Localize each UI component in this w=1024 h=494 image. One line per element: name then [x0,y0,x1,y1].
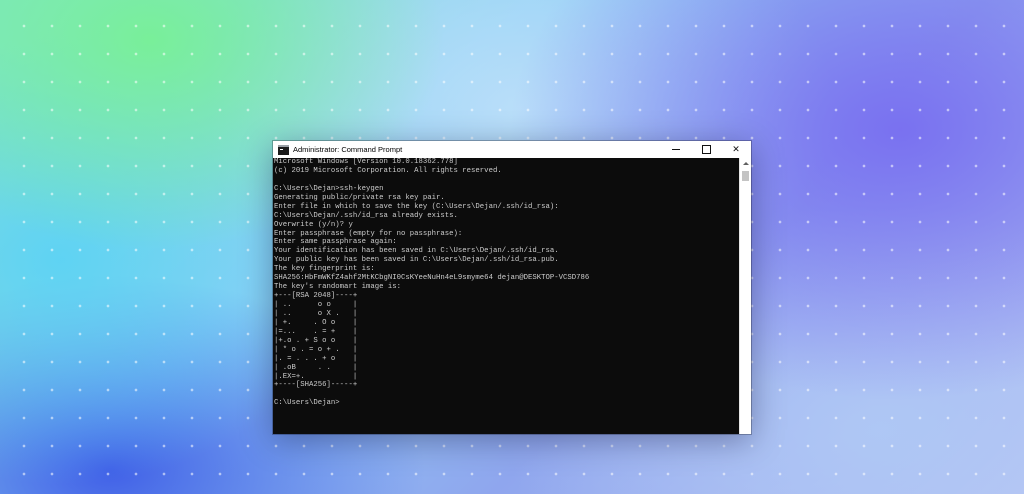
randomart-line: +---[RSA 2048]----+ [274,292,358,301]
command-prompt-icon [278,144,289,155]
close-icon: ✕ [732,144,740,155]
minimize-icon [672,149,680,150]
randomart-line: |=... . = + | [274,327,358,336]
console-line: The key's randomart image is: [274,283,401,292]
console-line: C:\Users\Dejan>ssh-keygen [274,184,384,193]
command-prompt-line[interactable]: C:\Users\Dejan> [273,399,740,408]
randomart-line: | +. . O o | [274,318,358,327]
console-line: Your identification has been saved in C:… [274,247,559,256]
console-line: Your public key has been saved in C:\Use… [274,256,559,265]
console-line: Overwrite (y/n)? y [274,220,353,229]
window-controls: ✕ [661,141,751,158]
randomart-line: | * o . = o + . | [274,345,358,354]
console-line: Enter file in which to save the key (C:\… [274,202,559,211]
console-line: Microsoft Windows [Version 10.0.18362.77… [274,158,458,166]
console-line: (c) 2019 Microsoft Corporation. All righ… [274,166,502,175]
console-output[interactable]: Microsoft Windows [Version 10.0.18362.77… [273,158,740,434]
console-line: Enter passphrase (empty for no passphras… [274,229,463,238]
title-bar[interactable]: Administrator: Command Prompt ✕ [273,141,751,158]
randomart-line: |.EX=+. | [274,372,358,381]
maximize-icon [701,145,711,154]
randomart-line: |+.o . + S o o | [274,336,358,345]
console-line: SHA256:HbFmWKfZ4ahf2MtKCbgNI0CsKYeeNuHn4… [274,274,590,283]
randomart-line: |. = . . . + o | [274,354,358,363]
randomart-line: +----[SHA256]-----+ [274,381,358,390]
console-line: The key fingerprint is: [274,265,375,274]
console-line: Enter same passphrase again: [274,238,397,247]
randomart-line: | .. o X . | [274,309,358,318]
command-prompt-window[interactable]: Administrator: Command Prompt ✕ Microsof… [273,141,751,434]
close-button[interactable]: ✕ [721,141,751,158]
console-line: Generating public/private rsa key pair. [274,193,445,202]
randomart-line: | .. o o | [274,301,358,309]
window-title: Administrator: Command Prompt [293,145,403,154]
minimize-button[interactable] [661,141,691,158]
scroll-up-arrow-icon[interactable] [743,162,749,165]
randomart-line: | .oB . . | [274,363,358,372]
vertical-scrollbar[interactable] [739,158,751,434]
console-line: C:\Users\Dejan/.ssh/id_rsa already exist… [274,211,458,220]
maximize-button[interactable] [691,141,721,158]
scrollbar-thumb[interactable] [742,171,749,181]
